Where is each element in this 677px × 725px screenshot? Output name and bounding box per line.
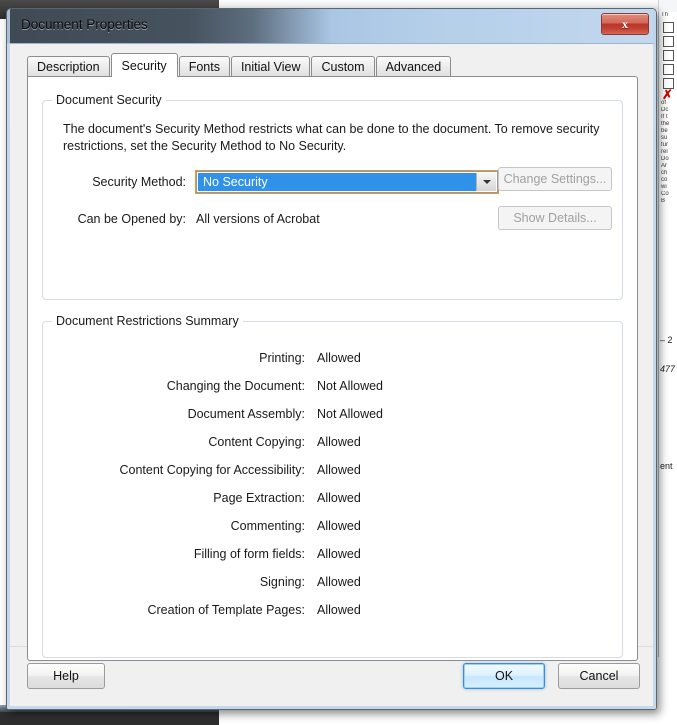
restriction-row: Filling of form fields: Allowed — [55, 540, 610, 568]
background-number: ent — [660, 461, 673, 471]
document-properties-dialog: Document Properties x Description Securi… — [6, 8, 657, 710]
background-number: – 2 — [660, 335, 673, 345]
background-document-page: Th ✗ of Dc If t the be su fur rel Do Ar … — [658, 12, 677, 657]
background-text-fragment: fur — [661, 142, 669, 148]
change-settings-button[interactable]: Change Settings... — [498, 167, 612, 191]
background-text-fragment: Dc — [661, 107, 669, 113]
checkbox-icon — [663, 36, 674, 47]
background-text-fragment: B — [661, 198, 666, 204]
security-method-value: No Security — [198, 173, 476, 191]
background-text-fragment: Co — [661, 191, 669, 197]
tab-advanced[interactable]: Advanced — [375, 56, 452, 76]
background-text-fragment: rel — [661, 149, 668, 155]
background-text-fragment: co — [661, 177, 668, 183]
restriction-row: Printing: Allowed — [55, 344, 610, 372]
restriction-label: Printing: — [259, 351, 305, 365]
dialog-body: Description Security Fonts Initial View … — [7, 44, 656, 709]
security-method-dropdown[interactable]: No Security — [195, 170, 499, 194]
tab-label: Fonts — [188, 59, 220, 74]
tab-description[interactable]: Description — [27, 56, 110, 76]
dialog-titlebar[interactable]: Document Properties x — [7, 9, 656, 44]
tab-initial-view[interactable]: Initial View — [230, 56, 311, 76]
restriction-row: Creation of Template Pages: Allowed — [55, 596, 610, 624]
restriction-row: Document Assembly: Not Allowed — [55, 400, 610, 428]
restriction-row: Content Copying: Allowed — [55, 428, 610, 456]
tab-label: Security — [121, 58, 167, 73]
restriction-label: Filling of form fields: — [193, 547, 305, 561]
restriction-label: Creation of Template Pages: — [147, 603, 305, 617]
restriction-label: Document Assembly: — [187, 407, 305, 421]
document-restrictions-group: Document Restrictions Summary Printing: … — [42, 314, 623, 658]
restriction-value: Allowed — [317, 547, 361, 561]
security-tab-panel: Document Security The document's Securit… — [27, 76, 638, 661]
tab-label: Advanced — [385, 59, 442, 74]
background-text-fragment: wi — [661, 184, 667, 190]
help-button[interactable]: Help — [27, 663, 105, 689]
cancel-button[interactable]: Cancel — [558, 663, 640, 689]
restriction-row: Changing the Document: Not Allowed — [55, 372, 610, 400]
close-button[interactable]: x — [601, 13, 649, 35]
restriction-label: Changing the Document: — [166, 379, 305, 393]
restriction-row: Content Copying for Accessibility: Allow… — [55, 456, 610, 484]
background-text-fragment: ch — [661, 170, 668, 176]
restrictions-list: Printing: Allowed Changing the Document:… — [55, 344, 610, 624]
restriction-label: Content Copying for Accessibility: — [119, 463, 305, 477]
tab-custom[interactable]: Custom — [311, 56, 375, 76]
checkbox-icon — [663, 64, 674, 75]
restriction-value: Allowed — [317, 491, 361, 505]
restriction-label: Page Extraction: — [213, 491, 305, 505]
background-text-fragment: Th — [661, 12, 669, 18]
ok-button[interactable]: OK — [463, 663, 545, 689]
restriction-value: Allowed — [317, 519, 361, 533]
restriction-value: Allowed — [317, 463, 361, 477]
opened-by-label: Can be Opened by: — [77, 212, 186, 226]
show-details-button[interactable]: Show Details... — [498, 206, 612, 230]
checkbox-icon — [663, 50, 674, 61]
document-security-group-title: Document Security — [52, 93, 166, 107]
checkbox-icon — [663, 22, 674, 33]
restriction-value: Allowed — [317, 351, 361, 365]
red-x-icon: ✗ — [662, 87, 673, 102]
document-restrictions-group-title: Document Restrictions Summary — [52, 314, 243, 328]
tab-label: Initial View — [240, 59, 301, 74]
background-text-fragment: su — [661, 135, 668, 141]
screen: Th ✗ of Dc If t the be su fur rel Do Ar … — [0, 0, 677, 725]
tab-label: Description — [37, 59, 100, 74]
restriction-value: Not Allowed — [317, 407, 384, 421]
background-text-fragment: be — [661, 128, 668, 134]
restriction-label: Signing: — [259, 575, 305, 589]
document-security-group: Document Security The document's Securit… — [42, 93, 623, 300]
tab-strip: Description Security Fonts Initial View … — [27, 52, 644, 77]
background-text-fragment: If t — [661, 114, 668, 120]
opened-by-value: All versions of Acrobat — [196, 212, 320, 226]
background-text-fragment: Do — [661, 156, 669, 162]
restriction-row: Commenting: Allowed — [55, 512, 610, 540]
background-number: 477 — [660, 364, 676, 374]
restriction-value: Allowed — [317, 435, 361, 449]
tab-label: Custom — [321, 59, 365, 74]
restriction-label: Commenting: — [230, 519, 305, 533]
restriction-value: Allowed — [317, 575, 361, 589]
restriction-label: Content Copying: — [208, 435, 305, 449]
tab-security[interactable]: Security — [110, 53, 178, 77]
restriction-value: Not Allowed — [317, 379, 384, 393]
background-text-fragment: the — [661, 121, 670, 127]
restriction-row: Signing: Allowed — [55, 568, 610, 596]
security-description: The document's Security Method restricts… — [63, 122, 600, 153]
chevron-down-icon[interactable] — [476, 173, 496, 191]
restriction-value: Allowed — [317, 603, 361, 617]
security-method-label: Security Method: — [92, 175, 186, 189]
close-icon: x — [622, 17, 628, 31]
background-window-chrome-bottom — [0, 712, 219, 725]
dialog-title: Document Properties — [21, 17, 148, 32]
background-text-fragment: Ar — [661, 163, 667, 169]
restriction-row: Page Extraction: Allowed — [55, 484, 610, 512]
tab-fonts[interactable]: Fonts — [178, 56, 230, 76]
